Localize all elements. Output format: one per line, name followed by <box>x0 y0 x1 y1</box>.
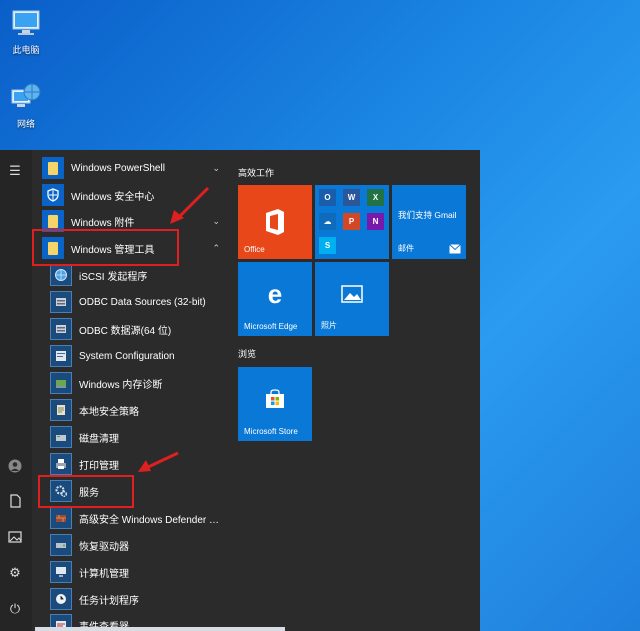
system-config-icon <box>50 345 72 367</box>
this-pc-desktop-icon[interactable]: 此电脑 <box>0 8 52 56</box>
app-disk-cleanup[interactable]: 磁盘清理 <box>50 424 224 450</box>
app-computer-management[interactable]: 计算机管理 <box>50 559 224 585</box>
store-bag-icon <box>266 389 284 408</box>
memory-chip-icon <box>50 372 72 394</box>
firewall-icon <box>50 507 72 529</box>
app-defender-firewall[interactable]: 高级安全 Windows Defender 防... <box>50 505 224 531</box>
annotation-arrow-icon <box>170 186 210 224</box>
user-account-icon[interactable] <box>4 455 26 477</box>
network-desktop-icon[interactable]: 网络 <box>0 82 52 130</box>
tile-office[interactable]: Office <box>238 185 312 259</box>
network-icon <box>11 83 41 107</box>
tile-office-apps-folder[interactable]: O W X ☁ P N S <box>315 185 389 259</box>
app-recovery-drive[interactable]: 恢复驱动器 <box>50 532 224 558</box>
photos-icon <box>341 285 363 303</box>
annotation-arrow-icon <box>138 451 179 472</box>
office-icon <box>266 209 284 235</box>
disk-icon <box>50 426 72 448</box>
folder-icon <box>42 157 64 179</box>
onenote-icon: N <box>367 213 384 230</box>
network-label: 网络 <box>16 119 35 129</box>
database-icon <box>50 318 72 340</box>
start-menu: ☰ ⚙ ⏻ Windows PowerShell ⌄ Windows 安全中心 … <box>0 150 480 631</box>
start-rail: ☰ ⚙ ⏻ <box>0 150 32 631</box>
printer-icon <box>50 453 72 475</box>
edge-icon: e <box>267 278 283 309</box>
shield-icon <box>42 184 64 206</box>
tile-photos[interactable]: 照片 <box>315 262 389 336</box>
clock-icon <box>50 588 72 610</box>
annotation-highlight-services <box>38 475 134 508</box>
this-pc-label: 此电脑 <box>12 45 40 55</box>
picture-icon <box>8 531 22 543</box>
tile-microsoft-edge[interactable]: e Microsoft Edge <box>238 262 312 336</box>
app-odbc-64[interactable]: ODBC 数据源(64 位) <box>50 316 224 342</box>
chevron-up-icon: ⌃ <box>212 242 220 253</box>
app-odbc-32[interactable]: ODBC Data Sources (32-bit) <box>50 289 224 315</box>
app-memory-diagnostic[interactable]: Windows 内存诊断 <box>50 370 224 396</box>
chevron-down-icon: ⌄ <box>212 215 220 226</box>
excel-icon: X <box>367 189 384 206</box>
annotation-highlight-admin-tools <box>32 229 179 266</box>
skype-icon: S <box>319 237 336 254</box>
computer-icon <box>12 10 40 35</box>
tile-microsoft-store[interactable]: Microsoft Store <box>238 367 312 441</box>
settings-gear-icon[interactable]: ⚙ <box>4 562 26 584</box>
onedrive-icon: ☁ <box>319 213 336 230</box>
computer-management-icon <box>50 561 72 583</box>
mail-icon <box>449 244 461 254</box>
app-system-configuration[interactable]: System Configuration <box>50 343 224 369</box>
powerpoint-icon: P <box>343 213 360 230</box>
taskbar-edge <box>35 627 285 631</box>
app-local-security-policy[interactable]: 本地安全策略 <box>50 397 224 423</box>
word-icon: W <box>343 189 360 206</box>
globe-icon <box>50 264 72 286</box>
power-icon[interactable]: ⏻ <box>4 598 26 620</box>
app-windows-powershell[interactable]: Windows PowerShell ⌄ <box>42 155 224 181</box>
document-icon <box>9 494 21 508</box>
policy-icon <box>50 399 72 421</box>
pictures-icon[interactable] <box>4 526 26 548</box>
outlook-icon: O <box>319 189 336 206</box>
tile-mail[interactable]: 我们支持 Gmail 邮件 <box>392 185 466 259</box>
drive-icon <box>50 534 72 556</box>
tile-group-productivity: 高效工作 <box>238 168 275 178</box>
database-icon <box>50 291 72 313</box>
hamburger-menu-icon[interactable]: ☰ <box>4 160 26 182</box>
mail-tile-title: 我们支持 Gmail <box>398 210 457 220</box>
app-task-scheduler[interactable]: 任务计划程序 <box>50 586 224 612</box>
chevron-down-icon: ⌄ <box>212 162 220 173</box>
user-icon <box>8 459 22 473</box>
documents-icon[interactable] <box>4 490 26 512</box>
tile-group-browse: 浏览 <box>238 349 257 359</box>
